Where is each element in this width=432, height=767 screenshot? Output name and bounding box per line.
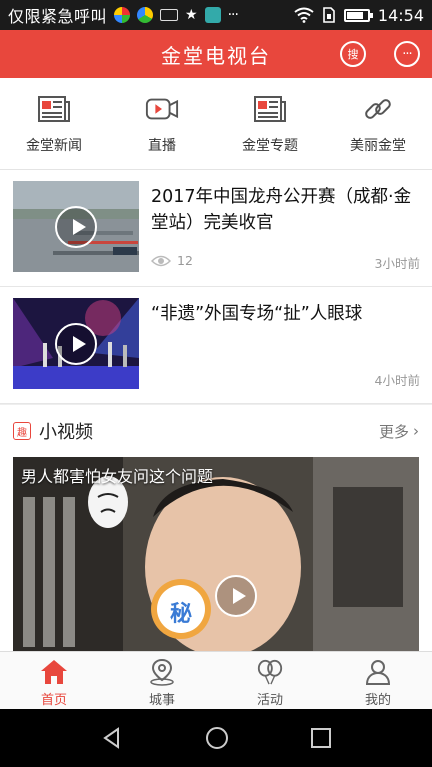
app-notification-icon: [114, 7, 131, 23]
more-icon: ···: [227, 7, 239, 23]
quick-nav-live[interactable]: 直播: [108, 78, 216, 169]
tab-city[interactable]: 城事: [108, 652, 216, 709]
news-title: 2017年中国龙舟公开赛（成都·金堂站）完美收官: [151, 187, 412, 233]
app-header: 金堂电视台 搜 ···: [0, 30, 432, 78]
chevron-right-icon: ›: [413, 422, 419, 440]
news-thumbnail[interactable]: [13, 298, 139, 389]
link-icon: [361, 92, 395, 126]
search-icon: 搜: [347, 48, 359, 61]
back-icon[interactable]: [100, 726, 124, 750]
tab-me[interactable]: 我的: [324, 652, 432, 709]
app-notification-icon: [137, 7, 154, 23]
section-title: 小视频: [39, 422, 93, 443]
quick-nav-label: 直播: [148, 138, 176, 154]
home-icon: [40, 658, 68, 686]
app-notification-icon: [204, 7, 221, 23]
quick-nav-news[interactable]: 金堂新闻: [0, 78, 108, 169]
tab-label: 我的: [364, 693, 391, 708]
balloon-icon: [256, 658, 284, 686]
newspaper-icon: [37, 92, 71, 126]
play-icon[interactable]: [215, 575, 257, 617]
tab-label: 城事: [148, 693, 175, 708]
location-icon: [148, 658, 176, 686]
carrier-text: 仅限紧急呼叫: [8, 7, 108, 26]
eye-icon: [151, 255, 171, 266]
video-camera-icon: [145, 92, 179, 126]
view-count: 12: [151, 253, 193, 268]
quick-nav: 金堂新闻 直播 金堂专题 美丽金堂: [0, 78, 432, 170]
tab-label: 活动: [256, 693, 283, 708]
news-item[interactable]: “非遗”外国专场“扯”人眼球 4小时前: [0, 287, 432, 404]
play-icon[interactable]: [55, 205, 97, 248]
short-video-header: 趣 小视频 更多 ›: [0, 405, 432, 457]
news-title: “非遗”外国专场“扯”人眼球: [151, 304, 363, 324]
wifi-icon: [294, 7, 314, 23]
quick-nav-label: 金堂新闻: [26, 138, 82, 154]
quick-nav-beautiful-jintang[interactable]: 美丽金堂: [324, 78, 432, 169]
keyboard-icon: [160, 9, 179, 21]
short-video-card[interactable]: 秘 男人都害怕女友问这个问题: [13, 457, 419, 651]
news-thumbnail[interactable]: [13, 181, 139, 272]
quick-nav-label: 美丽金堂: [350, 138, 406, 154]
tab-events[interactable]: 活动: [216, 652, 324, 709]
news-item[interactable]: 2017年中国龙舟公开赛（成都·金堂站）完美收官 12 3小时前: [0, 170, 432, 287]
news-timestamp: 4小时前: [374, 373, 420, 388]
message-button[interactable]: ···: [394, 41, 420, 67]
quick-nav-label: 金堂专题: [242, 138, 298, 154]
secret-stamp-icon: 秘: [170, 602, 193, 627]
search-button[interactable]: 搜: [340, 41, 366, 67]
battery-level: [346, 11, 364, 19]
view-count-value: 12: [177, 253, 193, 268]
video-caption: 男人都害怕女友问这个问题: [21, 467, 214, 486]
recents-icon[interactable]: [310, 727, 332, 749]
page-title: 金堂电视台: [161, 43, 271, 68]
sim-icon: [323, 7, 335, 23]
home-circle-icon[interactable]: [205, 726, 229, 750]
news-timestamp: 3小时前: [374, 256, 420, 271]
play-icon[interactable]: [55, 322, 97, 365]
fun-badge-icon: 趣: [13, 422, 31, 440]
newspaper-icon: [253, 92, 287, 126]
status-bar: 仅限紧急呼叫 ★ ··· 14:54: [0, 0, 432, 30]
tab-label: 首页: [40, 693, 67, 708]
chat-bubble-icon: ···: [402, 46, 412, 62]
battery-icon: [343, 8, 373, 22]
tab-home[interactable]: 首页: [0, 652, 108, 709]
news-list: 2017年中国龙舟公开赛（成都·金堂站）完美收官 12 3小时前 “非遗”外国专…: [0, 170, 432, 404]
user-icon: [364, 658, 392, 686]
short-video-card-wrap: 秘 男人都害怕女友问这个问题: [0, 457, 432, 651]
star-icon: ★: [185, 7, 198, 23]
quick-nav-topics[interactable]: 金堂专题: [216, 78, 324, 169]
more-link[interactable]: 更多 ›: [379, 421, 419, 442]
system-nav-bar: [0, 709, 432, 767]
bottom-tab-bar: 首页 城事 活动 我的: [0, 651, 432, 709]
clock: 14:54: [377, 5, 424, 25]
more-label: 更多: [378, 422, 409, 441]
